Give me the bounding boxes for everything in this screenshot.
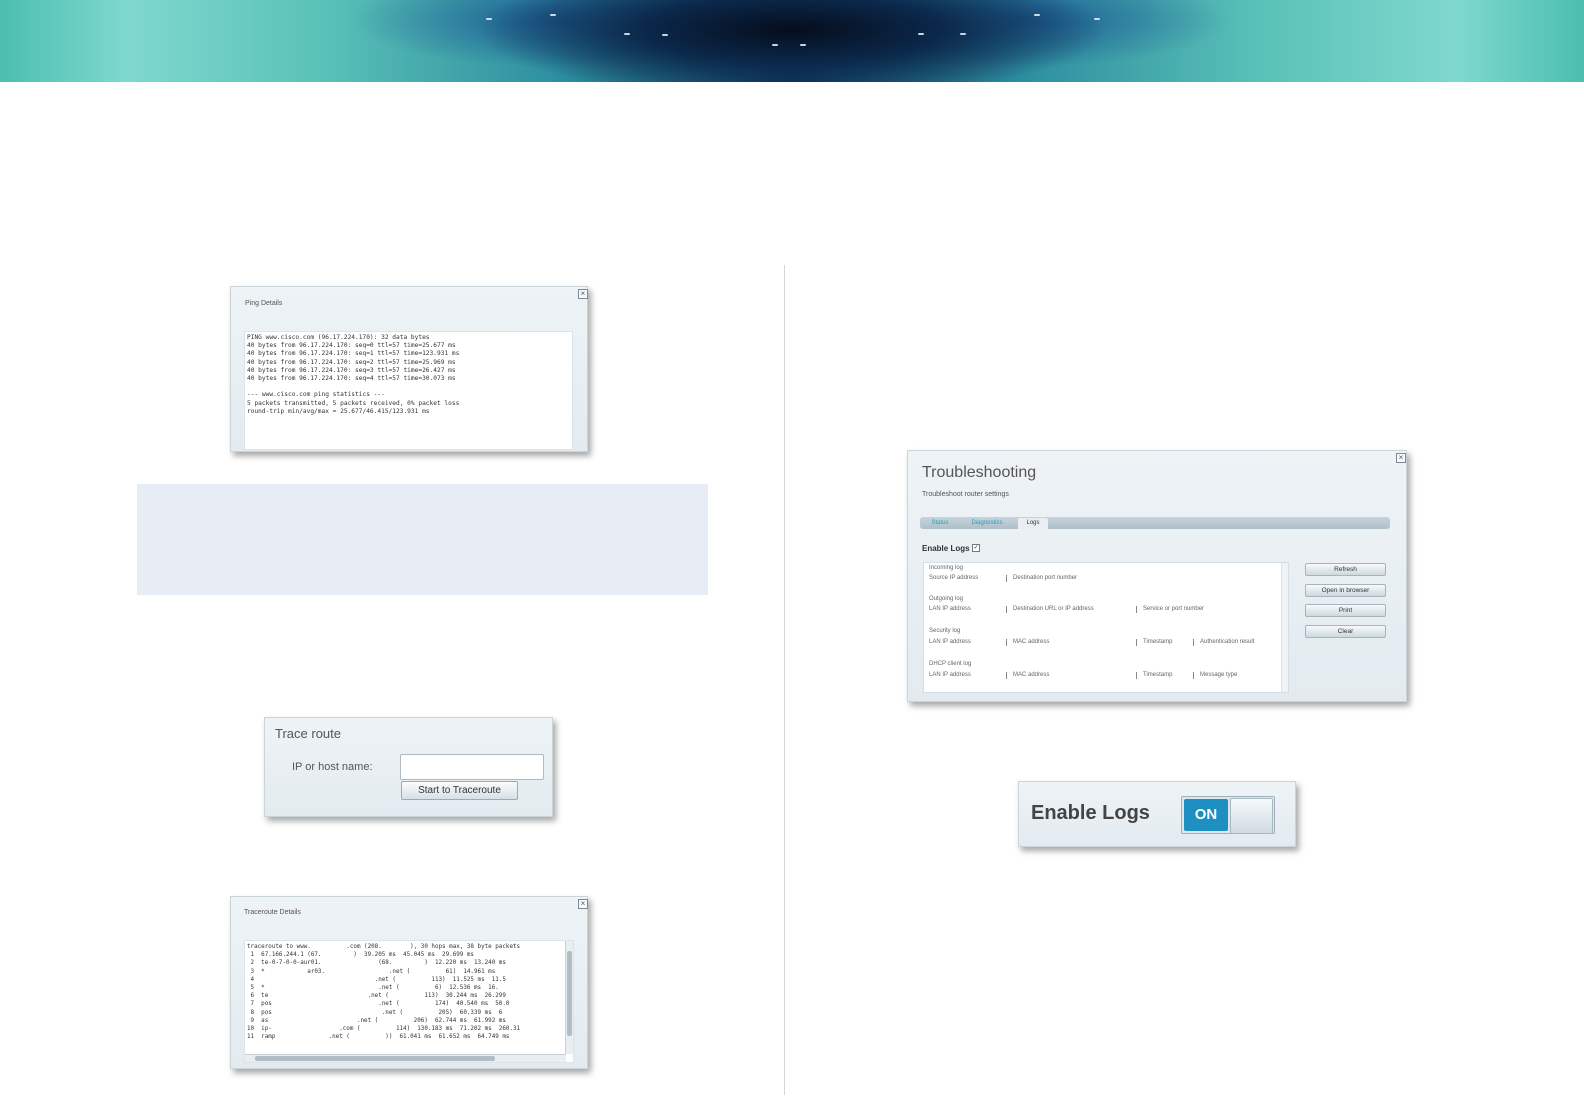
header-banner [0,0,1584,82]
column-separator [1006,575,1007,582]
tab-logs[interactable]: Logs [1018,518,1048,529]
column-separator [1193,672,1194,679]
tab-diagnostics[interactable]: Diagnostics [962,518,1012,529]
column-separator [1136,672,1137,679]
banner-sparkle [624,33,630,35]
enable-logs-switch[interactable]: ON [1181,796,1275,834]
close-icon[interactable]: × [578,899,588,909]
close-icon[interactable]: × [1396,453,1406,463]
log-list: Incoming log Source IP address Destinati… [923,562,1289,693]
log-column: LAN IP address [929,639,971,645]
clear-button[interactable]: Clear [1305,625,1386,638]
log-title: Outgoing log [929,596,964,602]
column-separator [1006,672,1007,679]
log-column: MAC address [1013,672,1050,678]
page-title: Troubleshooting [922,464,1037,481]
log-column: LAN IP address [929,606,971,612]
traceroute-output: traceroute to www. .com (208. ), 30 hops… [244,940,574,1063]
vertical-scrollbar[interactable] [1281,563,1288,692]
log-column: Message type [1200,672,1238,678]
banner-sparkle [960,33,966,35]
log-column: Timestamp [1143,672,1173,678]
scroll-thumb[interactable] [255,1056,495,1061]
start-traceroute-button[interactable]: Start to Traceroute [401,781,518,800]
column-separator [1006,606,1007,613]
log-column: Authentication result [1200,639,1255,645]
note-box [137,484,708,595]
ping-output: PING www.cisco.com (96.17.224.170): 32 d… [244,331,573,450]
banner-sparkle [486,18,492,20]
banner-sparkle [772,44,778,46]
log-column: MAC address [1013,639,1050,645]
log-column: Destination port number [1013,575,1078,581]
vertical-scrollbar[interactable] [565,941,573,1054]
banner-sparkle [1094,18,1100,20]
traceroute-heading: Trace route [275,726,341,741]
print-button[interactable]: Print [1305,604,1386,617]
traceroute-output-text: traceroute to www. .com (208. ), 30 hops… [247,944,521,1041]
troubleshooting-panel: Troubleshooting Troubleshoot router sett… [907,450,1407,702]
banner-sparkle [1034,14,1040,16]
log-title: Incoming log [929,565,964,571]
enable-logs-toggle-panel: Enable Logs ON [1018,781,1296,847]
log-title: DHCP client log [929,661,972,667]
enable-logs-label: Enable Logs [922,544,970,553]
page-subtitle: Troubleshoot router settings [922,491,1009,498]
host-input[interactable] [400,754,544,780]
refresh-button[interactable]: Refresh [1305,563,1386,576]
switch-knob[interactable] [1230,798,1273,834]
column-separator [1193,639,1194,646]
dialog-title: Traceroute Details [244,909,301,916]
column-divider [784,265,785,1095]
ping-output-text: PING www.cisco.com (96.17.224.170): 32 d… [247,334,460,415]
log-column: Timestamp [1143,639,1173,645]
log-column: Destination URL or IP address [1013,606,1094,612]
banner-sparkle [800,44,806,46]
horizontal-scrollbar[interactable] [245,1054,566,1062]
log-column: Source IP address [929,575,979,581]
traceroute-form: Trace route IP or host name: Start to Tr… [264,717,553,817]
enable-logs-checkbox[interactable]: ✓ [972,544,980,552]
scroll-thumb[interactable] [567,951,572,1036]
column-separator [1136,639,1137,646]
traceroute-details-dialog: Traceroute Details × traceroute to www. … [230,896,588,1069]
column-separator [1006,639,1007,646]
banner-sparkle [550,14,556,16]
host-field-label: IP or host name: [292,761,373,773]
banner-sparkle [918,33,924,35]
dialog-title: Ping Details [245,300,283,307]
close-icon[interactable]: × [578,289,588,299]
tab-status[interactable]: Status [924,518,956,529]
ping-details-dialog: Ping Details × PING www.cisco.com (96.17… [230,286,588,452]
switch-state: ON [1184,799,1228,831]
log-title: Security log [929,628,961,634]
log-column: LAN IP address [929,672,971,678]
log-column: Service or port number [1143,606,1205,612]
open-in-browser-button[interactable]: Open in browser [1305,584,1386,597]
banner-sparkle [662,34,668,36]
enable-logs-label: Enable Logs [1031,802,1150,824]
column-separator [1136,606,1137,613]
